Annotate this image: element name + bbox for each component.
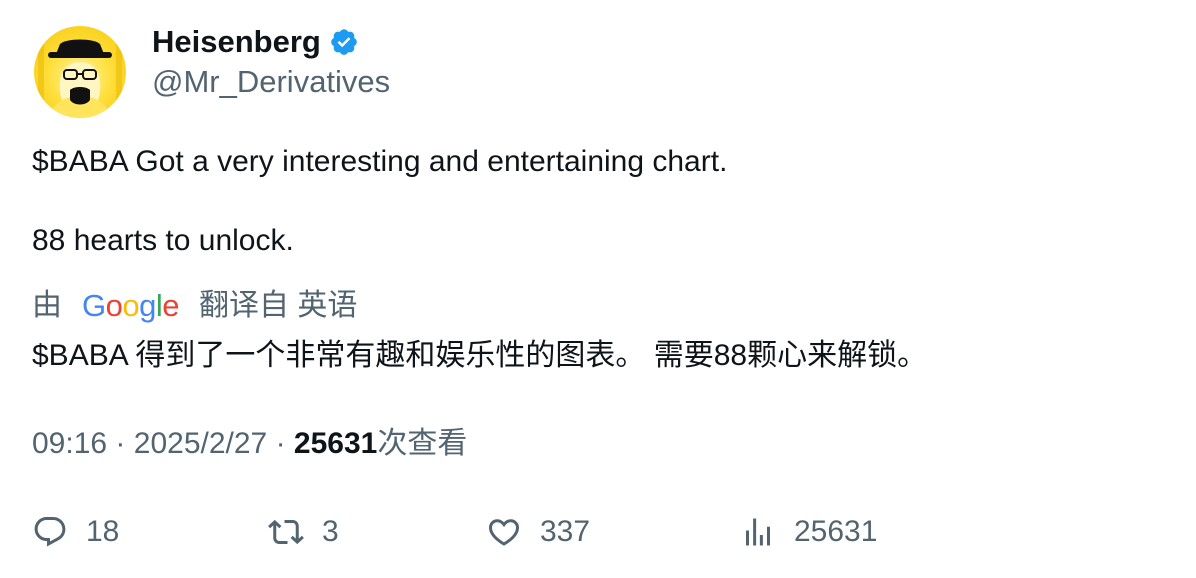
- reply-icon: [34, 517, 66, 547]
- heisenberg-portrait-icon: [38, 36, 122, 118]
- analytics-bar-chart-icon: [746, 518, 770, 546]
- like-count: 337: [540, 515, 591, 548]
- reply-button[interactable]: 18: [32, 510, 119, 554]
- meta-separator: ·: [115, 427, 126, 460]
- views-button[interactable]: 25631: [740, 510, 877, 554]
- views-count: 25631: [293, 427, 378, 460]
- google-logo: Google: [82, 288, 180, 323]
- repost-count: 3: [322, 515, 339, 548]
- verified-badge-icon: [329, 27, 359, 57]
- author-name-row[interactable]: Heisenberg: [152, 22, 359, 62]
- repost-button[interactable]: 3: [268, 510, 339, 554]
- tweet-text-line-1: $BABA Got a very interesting and enterta…: [32, 145, 728, 178]
- translation-suffix: 翻译自 英语: [199, 289, 358, 322]
- translation-prefix: 由: [32, 289, 62, 322]
- reply-count: 18: [86, 515, 120, 548]
- meta-separator: ·: [275, 427, 286, 460]
- tweet-date[interactable]: 2025/2/27: [134, 427, 267, 460]
- tweet-meta: 09:16 · 2025/2/27 · 25631次查看: [32, 424, 467, 464]
- translation-attribution[interactable]: 由 Google 翻译自 英语: [32, 286, 357, 326]
- translated-text: $BABA 得到了一个非常有趣和娱乐性的图表。 需要88颗心来解锁。: [32, 339, 928, 372]
- author-name[interactable]: Heisenberg: [152, 22, 321, 62]
- avatar[interactable]: [34, 26, 126, 118]
- views-action-count: 25631: [794, 515, 878, 548]
- heart-icon: [488, 519, 520, 546]
- like-button[interactable]: 337: [486, 510, 590, 554]
- views-label: 次查看: [377, 427, 468, 460]
- tweet-text-line-2: 88 hearts to unlock.: [32, 224, 294, 257]
- author-handle[interactable]: @Mr_Derivatives: [152, 62, 390, 102]
- repost-icon: [268, 519, 304, 545]
- tweet-time[interactable]: 09:16: [32, 427, 107, 460]
